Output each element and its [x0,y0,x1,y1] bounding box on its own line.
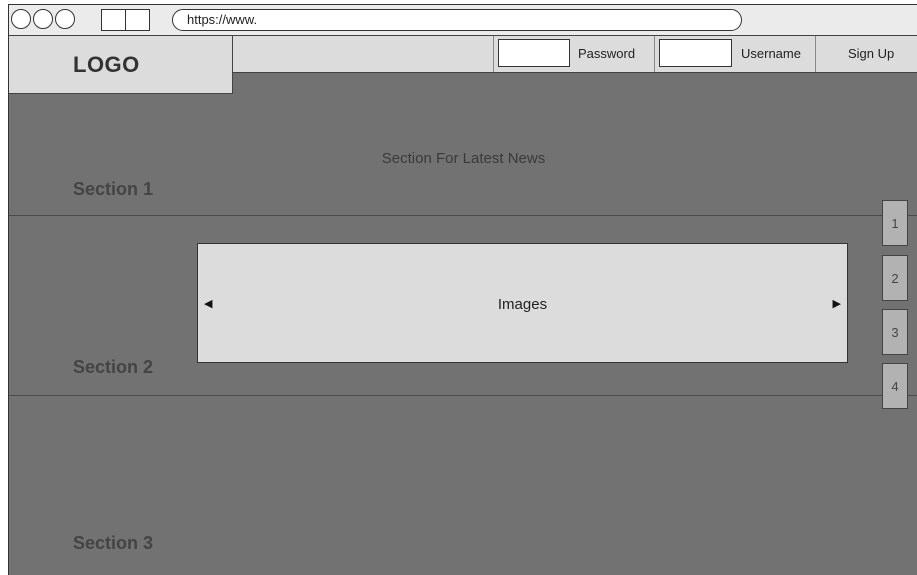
browser-toolbar: https://www. [9,5,917,36]
window-maximize-button[interactable] [55,9,75,29]
header-divider [654,36,655,72]
latest-news-text: Section For Latest News [381,150,546,167]
section-3-label: Section 3 [73,533,154,553]
section-2-label: Section 2 [73,357,154,377]
signup-button[interactable]: Sign Up [848,46,894,61]
logo-container[interactable]: LOGO [9,36,233,94]
header-divider [493,36,494,72]
password-label: Password [578,46,636,61]
back-button[interactable] [101,9,126,31]
password-input[interactable] [498,39,570,67]
carousel-images-label: Images [497,296,548,313]
window-minimize-button[interactable] [33,9,53,29]
forward-button[interactable] [125,9,150,31]
section-1-label: Section 1 [73,179,154,199]
browser-window: https://www. Password Username Sign Up L… [8,4,917,575]
page-1-button[interactable]: 1 [882,200,908,246]
section-divider [9,395,917,396]
header-divider [815,36,816,72]
image-carousel[interactable]: ◀ Images ▶ [197,243,848,363]
page-4-button[interactable]: 4 [882,363,908,409]
page-2-button[interactable]: 2 [882,255,908,301]
section-divider [9,215,917,216]
page-3-button[interactable]: 3 [882,309,908,355]
username-label: Username [741,46,801,61]
window-close-button[interactable] [11,9,31,29]
address-bar[interactable]: https://www. [172,9,742,31]
site-logo: LOGO [73,52,140,77]
carousel-next-icon[interactable]: ▶ [833,297,841,310]
username-input[interactable] [659,39,732,67]
